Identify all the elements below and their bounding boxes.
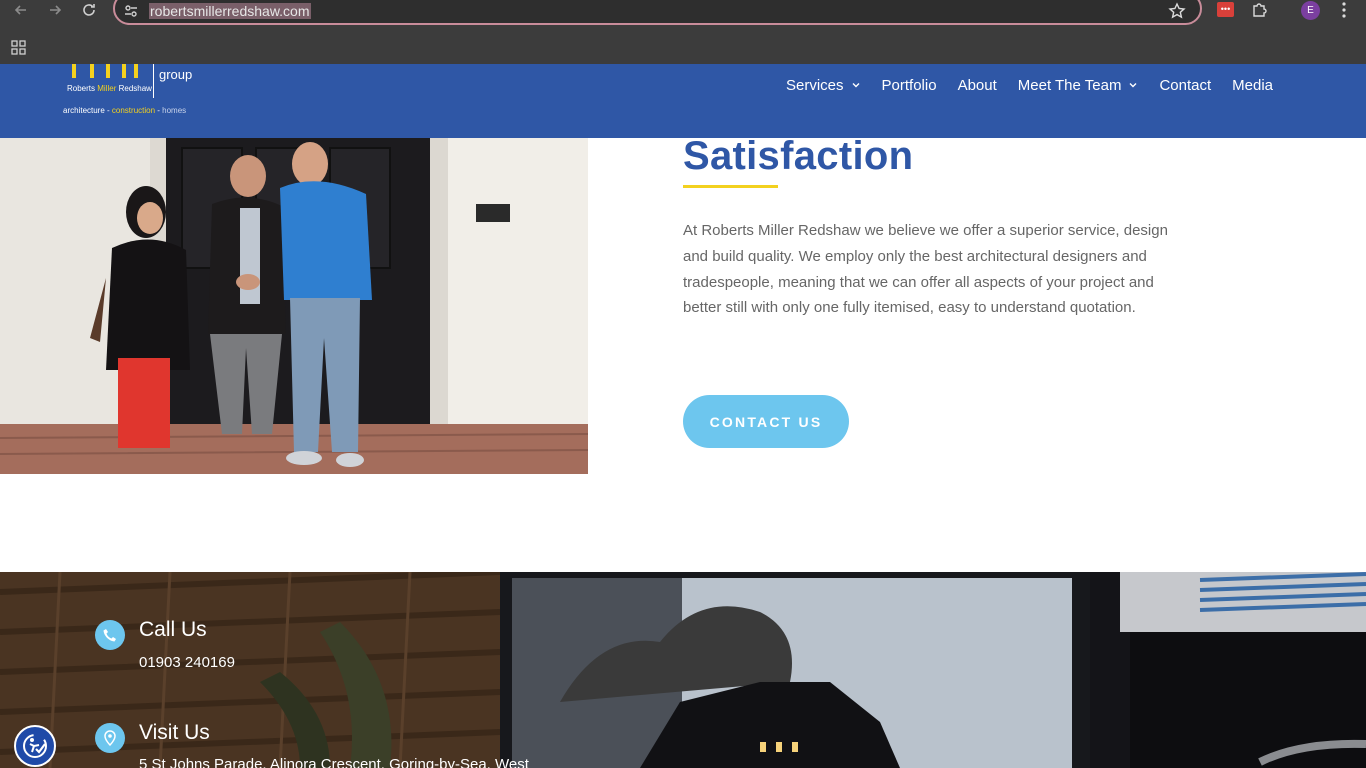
forward-button[interactable]	[44, 0, 66, 20]
nav-media[interactable]: Media	[1232, 75, 1273, 95]
nav-meet-the-team[interactable]: Meet The Team	[1018, 75, 1139, 95]
nav-services[interactable]: Services	[786, 75, 861, 95]
reload-icon	[83, 4, 95, 16]
apps-grid-icon[interactable]	[11, 40, 27, 56]
site-settings-icon[interactable]	[123, 3, 139, 19]
contact-footer: Call Us 01903 240169 Visit Us 5 St Johns…	[0, 572, 1366, 768]
logo-group-text: group	[159, 67, 193, 82]
extensions-puzzle-icon[interactable]	[1251, 0, 1269, 18]
contact-us-button[interactable]: CONTACT US	[683, 395, 849, 448]
site-header: group Roberts Miller Redshaw architectur…	[0, 64, 1366, 138]
logo-tagline: architecture - construction - homes	[63, 106, 187, 115]
extension-icon[interactable]: •••	[1217, 2, 1234, 17]
more-menu-icon[interactable]	[1335, 0, 1353, 20]
logo-divider	[153, 64, 154, 98]
chevron-down-icon	[852, 83, 860, 88]
back-button[interactable]	[10, 0, 32, 20]
main-navigation: Services Portfolio About Meet The Team C…	[786, 75, 1294, 95]
nav-portfolio[interactable]: Portfolio	[882, 75, 937, 95]
address-bar[interactable]: robertsmillerredshaw.com	[113, 0, 1202, 25]
url-text[interactable]: robertsmillerredshaw.com	[149, 3, 311, 19]
accessibility-icon	[23, 734, 47, 758]
accessibility-widget-button[interactable]	[14, 725, 56, 767]
chevron-down-icon	[1129, 83, 1137, 88]
bookmark-star-icon[interactable]	[1168, 2, 1186, 20]
arrow-right-icon	[50, 5, 62, 15]
intro-paragraph: At Roberts Miller Redshaw we believe we …	[683, 222, 1168, 317]
visit-us-title: Visit Us	[139, 721, 210, 744]
logo-company-name: Roberts Miller Redshaw	[67, 84, 152, 93]
reload-button[interactable]	[78, 0, 100, 20]
map-pin-icon	[95, 723, 125, 753]
logo-bars-icon	[72, 64, 138, 78]
address-text: 5 St Johns Parade, Alinora Crescent, Gor…	[139, 756, 529, 768]
nav-about[interactable]: About	[958, 75, 997, 95]
phone-icon	[95, 620, 125, 650]
phone-number[interactable]: 01903 240169	[139, 654, 235, 671]
call-us-title: Call Us	[139, 618, 207, 641]
browser-toolbar: robertsmillerredshaw.com ••• E	[0, 0, 1366, 64]
section-heading: Satisfaction	[683, 134, 914, 178]
profile-avatar[interactable]: E	[1301, 1, 1320, 20]
team-photo	[0, 138, 588, 474]
nav-contact[interactable]: Contact	[1159, 75, 1211, 95]
arrow-left-icon	[14, 5, 26, 15]
heading-underline	[683, 185, 778, 188]
